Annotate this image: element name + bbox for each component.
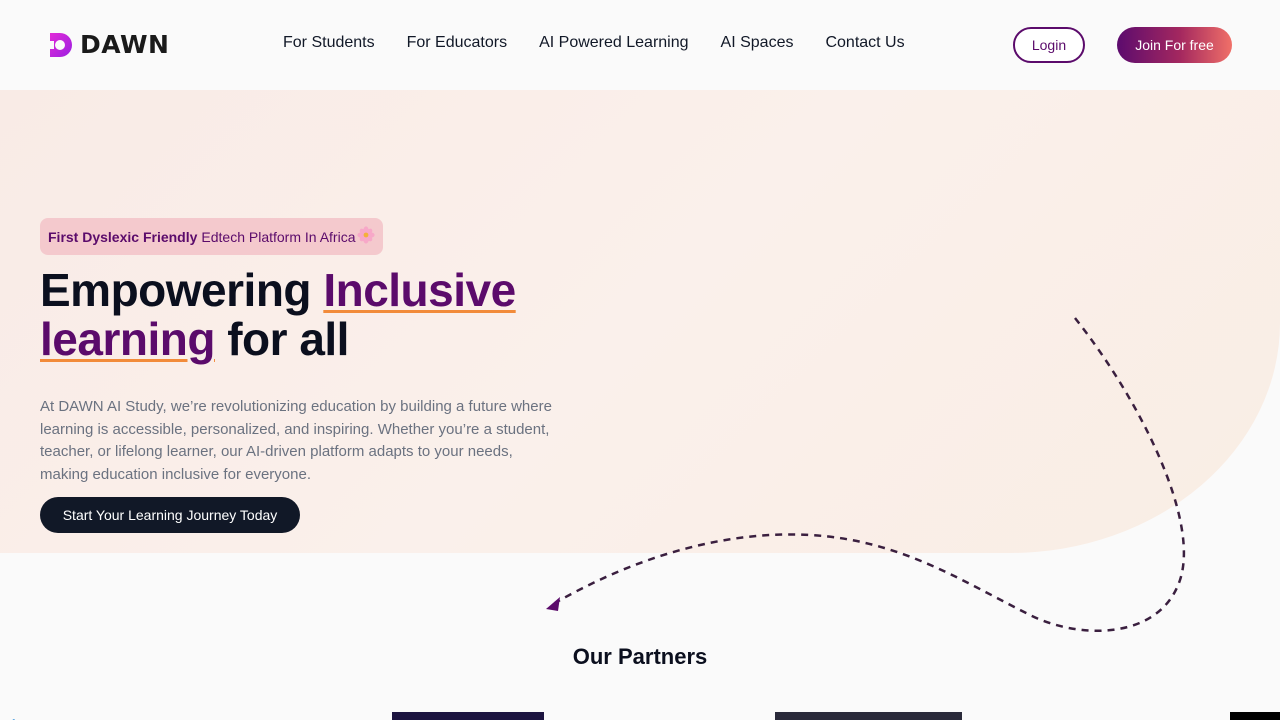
tagline-text: Edtech Platform In Africa (201, 228, 356, 245)
tagline-bold: First Dyslexic Friendly (48, 228, 198, 245)
nav-ai-powered-learning[interactable]: AI Powered Learning (539, 34, 688, 52)
partner-logo (1230, 712, 1280, 720)
logo[interactable]: DAWN (48, 30, 169, 59)
partner-logo (392, 712, 544, 720)
login-button[interactable]: Login (1013, 27, 1085, 63)
nav-for-educators[interactable]: For Educators (407, 34, 507, 52)
dawn-logo-icon (48, 32, 72, 57)
headline-part2: for all (214, 313, 349, 365)
main-nav: For Students For Educators AI Powered Le… (283, 34, 905, 52)
headline-highlight-learning: learning (40, 313, 215, 365)
partner-logo (775, 712, 962, 720)
headline-part1: Empowering (40, 264, 324, 316)
nav-ai-spaces[interactable]: AI Spaces (721, 34, 794, 52)
logo-text: DAWN (80, 30, 170, 59)
nav-for-students[interactable]: For Students (283, 34, 375, 52)
partners-heading: Our Partners (572, 644, 708, 669)
partner-logo (0, 712, 22, 720)
hero-description: At DAWN AI Study, we’re revolutionizing … (40, 398, 552, 483)
start-journey-button[interactable]: Start Your Learning Journey Today (40, 497, 300, 533)
site-header: DAWN For Students For Educators AI Power… (0, 0, 1280, 90)
headline-highlight-inclusive: Inclusive (323, 264, 516, 316)
flower-icon (357, 226, 376, 247)
hero-headline: Empowering Inclusive learning for all (40, 266, 600, 364)
tagline-badge: First Dyslexic Friendly Edtech Platform … (40, 218, 384, 255)
join-button[interactable]: Join For free (1117, 27, 1232, 63)
nav-contact-us[interactable]: Contact Us (825, 34, 904, 52)
